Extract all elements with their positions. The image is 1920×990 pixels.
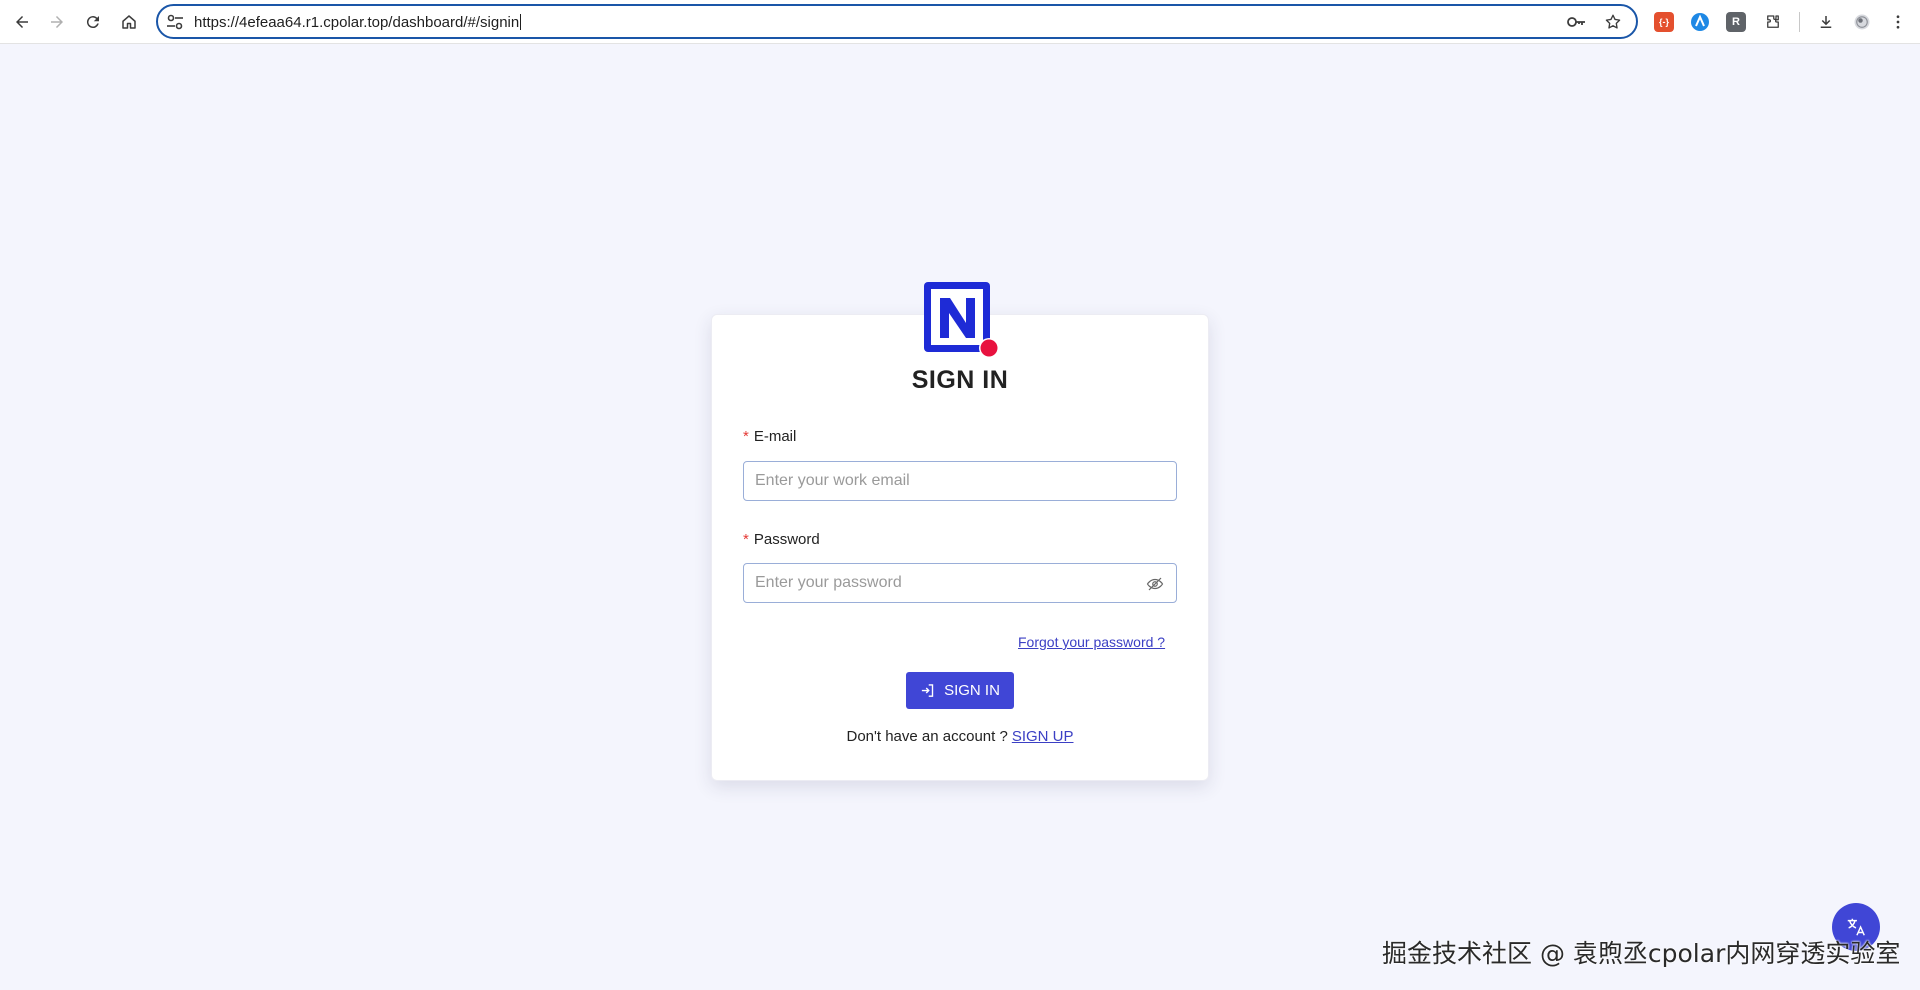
password-field[interactable]: Enter your password xyxy=(743,563,1177,603)
home-icon xyxy=(122,15,136,29)
signup-link[interactable]: SIGN UP xyxy=(1012,728,1074,745)
reload-icon xyxy=(86,16,99,29)
back-button[interactable] xyxy=(8,8,36,36)
email-placeholder: Enter your work email xyxy=(755,472,910,489)
forgot-password-link[interactable]: Forgot your password ? xyxy=(1018,634,1165,650)
password-label: * Password xyxy=(743,531,820,548)
signin-button[interactable]: SIGN IN xyxy=(906,672,1014,709)
required-marker: * xyxy=(743,531,749,548)
password-key-icon[interactable] xyxy=(1566,14,1586,30)
arc-extension-icon[interactable] xyxy=(1690,12,1710,32)
email-field[interactable]: Enter your work email xyxy=(743,461,1177,501)
url-text[interactable]: https://4efeaa64.r1.cpolar.top/dashboard… xyxy=(194,14,521,31)
puzzle-icon xyxy=(1767,15,1779,28)
download-icon xyxy=(1820,16,1832,28)
avatar xyxy=(1854,14,1870,30)
json-extension-icon[interactable]: {-} xyxy=(1654,12,1674,32)
more-vert-icon xyxy=(1896,15,1900,29)
r-extension-icon[interactable]: R xyxy=(1726,12,1746,32)
toolbar-divider xyxy=(1799,12,1800,32)
site-info-icon[interactable] xyxy=(166,14,184,30)
forward-button[interactable] xyxy=(43,8,71,36)
arrow-right-icon xyxy=(51,16,63,28)
required-marker: * xyxy=(743,428,749,445)
email-label: * E-mail xyxy=(743,428,797,445)
eye-off-icon[interactable] xyxy=(1146,575,1164,593)
profile-button[interactable] xyxy=(1848,8,1876,36)
downloads-button[interactable] xyxy=(1812,8,1840,36)
browser-menu-button[interactable] xyxy=(1884,8,1912,36)
app-logo-icon xyxy=(924,282,998,358)
arrow-left-icon xyxy=(16,16,28,28)
reload-button[interactable] xyxy=(79,8,107,36)
signup-prompt: Don't have an account ? SIGN UP xyxy=(846,728,1074,745)
address-bar[interactable]: https://4efeaa64.r1.cpolar.top/dashboard… xyxy=(156,4,1638,39)
watermark: 掘金技术社区 @ 袁煦丞cpolar内网穿透实验室 xyxy=(1382,939,1901,968)
home-button[interactable] xyxy=(115,8,143,36)
extensions-button[interactable] xyxy=(1759,8,1787,36)
login-icon xyxy=(921,684,934,697)
bookmark-star-icon[interactable] xyxy=(1604,13,1622,31)
browser-toolbar: https://4efeaa64.r1.cpolar.top/dashboard… xyxy=(0,0,1920,44)
password-placeholder: Enter your password xyxy=(755,574,902,591)
page-title: SIGN IN xyxy=(911,366,1009,394)
